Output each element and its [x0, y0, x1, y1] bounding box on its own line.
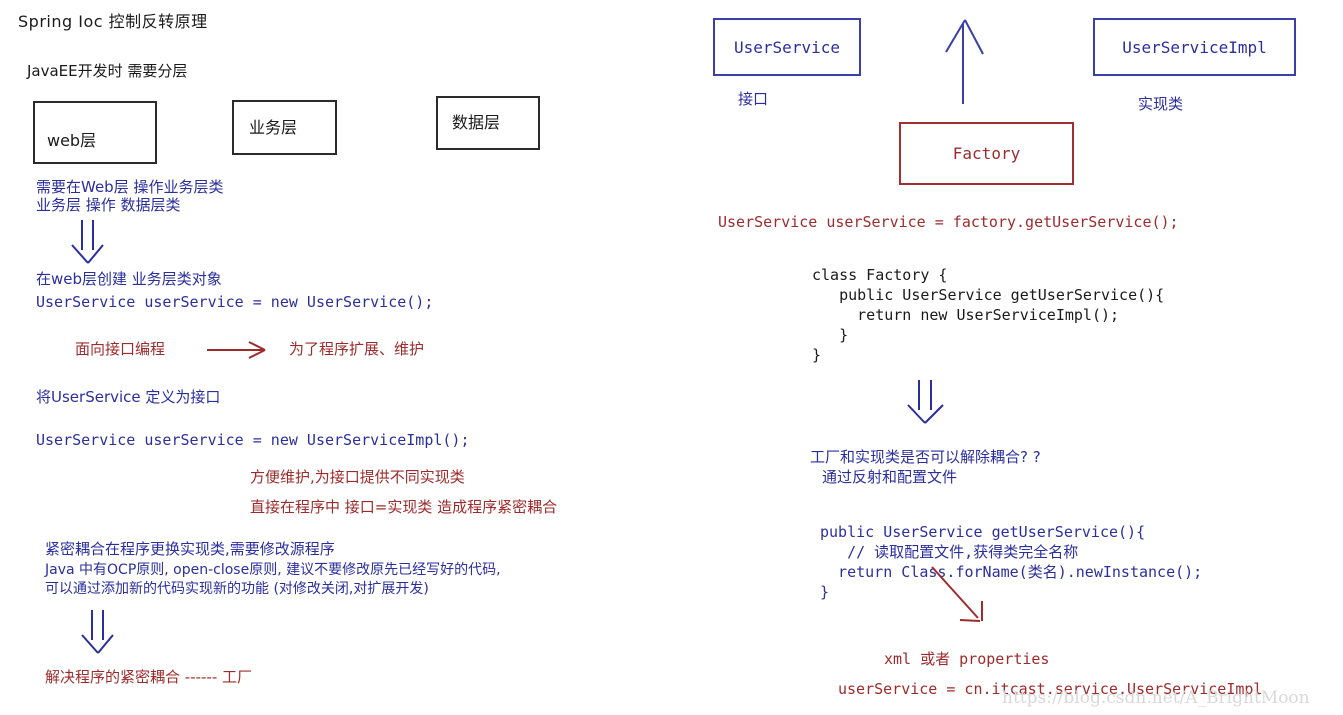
config-file-types: xml 或者 properties — [884, 650, 1050, 668]
code-line-1: class Factory { — [812, 266, 948, 284]
class-box-userservice-label: UserService — [734, 37, 840, 57]
code-reflection-factory: public UserService getUserService(){ // … — [820, 522, 1202, 602]
note-coupling-requires-source-change: 紧密耦合在程序更换实现类,需要修改源程序 — [45, 540, 335, 558]
code-line-5: } — [812, 346, 822, 364]
reflect-line-1: public UserService getUserService(){ — [820, 523, 1146, 541]
caption-interface: 接口 — [738, 90, 769, 108]
conclusion-factory: 解决程序的紧密耦合 ------ 工厂 — [45, 668, 253, 686]
red-note-tight-coupling: 直接在程序中 接口=实现类 造成程序紧密耦合 — [250, 498, 558, 516]
reflect-line-3: return Class.forName(类名).newInstance(); — [820, 563, 1203, 581]
down-arrow-icon-1 — [71, 220, 104, 264]
class-box-userserviceimpl-label: UserServiceImpl — [1122, 37, 1267, 57]
code-line-4: } — [812, 326, 849, 344]
red-note-extension-maintenance: 为了程序扩展、维护 — [289, 340, 425, 358]
code-new-userservice: UserService userService = new UserServic… — [36, 293, 434, 311]
layer-box-data: 数据层 — [436, 96, 540, 150]
subtitle-layering: JavaEE开发时 需要分层 — [27, 62, 188, 80]
layer-box-service: 业务层 — [232, 100, 337, 155]
note-ocp-principle: Java 中有OCP原则, open-close原则, 建议不要修改原先已经写好… — [45, 562, 501, 578]
class-box-userserviceimpl: UserServiceImpl — [1093, 18, 1296, 76]
reflect-line-2: // 读取配置文件,获得类完全名称 — [820, 543, 1079, 561]
layer-box-service-label: 业务层 — [249, 117, 298, 137]
page-title: Spring Ioc 控制反转原理 — [18, 12, 208, 31]
layer-box-web-label: web层 — [47, 130, 97, 150]
diagonal-arrow-icon — [931, 566, 983, 622]
red-note-convenient-maintenance: 方便维护,为接口提供不同实现类 — [250, 468, 465, 486]
note-web-operates-service-line1: 需要在Web层 操作业务层类 — [36, 178, 224, 196]
note-ocp-principle-detail: 可以通过添加新的代码实现新的功能 (对修改关闭,对扩展开发) — [45, 581, 429, 597]
code-line-3: return new UserServiceImpl(); — [812, 306, 1120, 324]
layer-box-data-label: 数据层 — [452, 112, 501, 132]
question-decouple-factory-impl: 工厂和实现类是否可以解除耦合? ? — [810, 448, 1041, 466]
class-box-factory: Factory — [899, 122, 1074, 185]
diagram-canvas: Spring Ioc 控制反转原理 JavaEE开发时 需要分层 web层 业务… — [0, 0, 1343, 715]
watermark: https://blog.csdn.net/A_BrightMoon — [1002, 688, 1310, 708]
class-box-userservice: UserService — [713, 18, 861, 76]
down-arrow-icon-3 — [907, 380, 944, 424]
down-arrow-icon-2 — [81, 610, 114, 654]
right-arrow-icon — [207, 341, 266, 359]
class-box-factory-label: Factory — [952, 144, 1021, 163]
note-define-interface: 将UserService 定义为接口 — [36, 388, 221, 406]
code-factory-class: class Factory { public UserService getUs… — [812, 265, 1164, 365]
note-web-operates-service-line2: 业务层 操作 数据层类 — [36, 196, 181, 214]
caption-impl-class: 实现类 — [1138, 95, 1184, 113]
note-create-service-object: 在web层创建 业务层类对象 — [36, 270, 222, 288]
up-arrow-icon — [945, 19, 984, 104]
code-line-2: public UserService getUserService(){ — [812, 286, 1165, 304]
red-note-interface-programming: 面向接口编程 — [75, 340, 166, 358]
answer-reflection-config: 通过反射和配置文件 — [822, 468, 958, 486]
code-new-userserviceimpl: UserService userService = new UserServic… — [36, 431, 470, 449]
layer-box-web: web层 — [33, 101, 157, 164]
code-factory-call: UserService userService = factory.getUse… — [718, 213, 1179, 231]
reflect-line-4: } — [820, 583, 830, 601]
